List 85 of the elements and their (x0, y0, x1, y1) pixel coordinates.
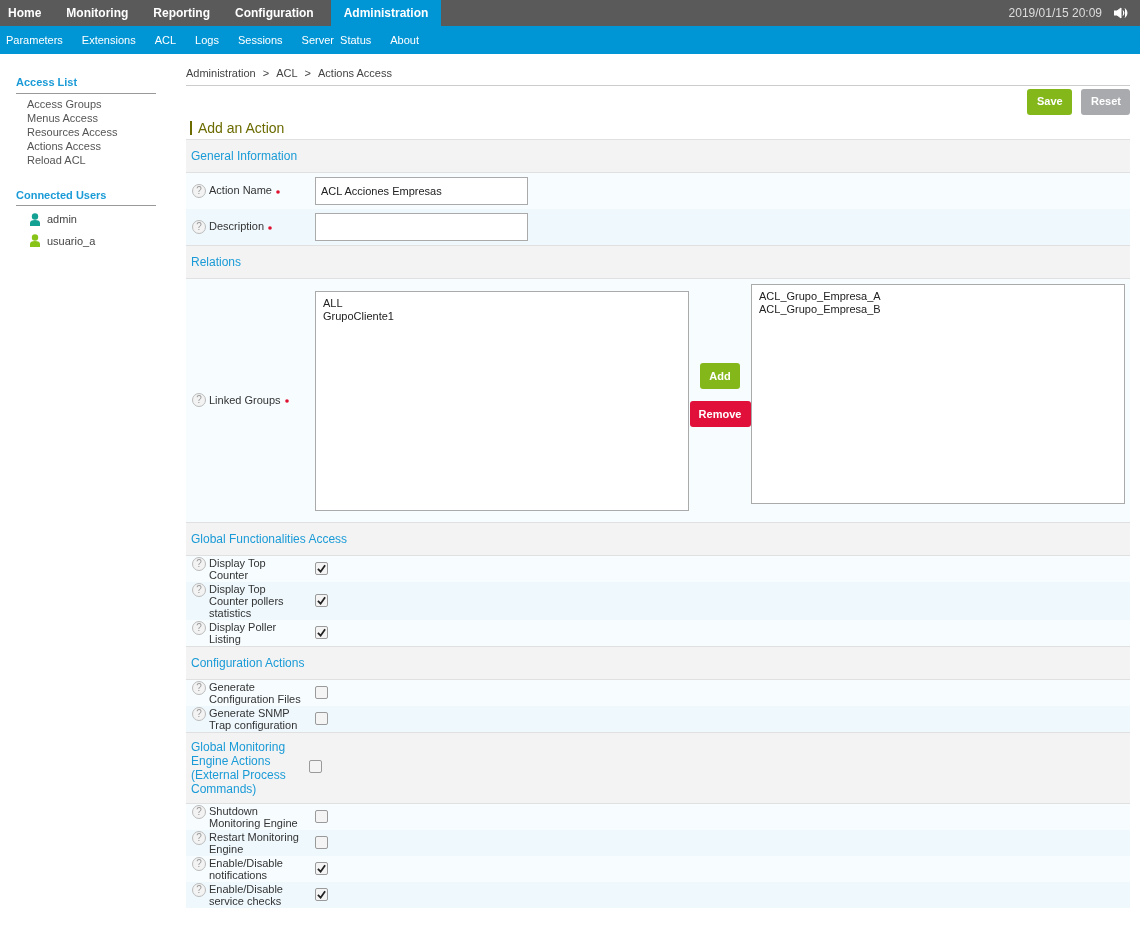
breadcrumb-link[interactable]: ACL (276, 65, 298, 82)
remove-button[interactable]: Remove (689, 401, 751, 427)
checkbox[interactable] (315, 862, 328, 875)
checkbox[interactable] (315, 626, 328, 639)
checkbox[interactable] (315, 594, 328, 607)
sidebar-link[interactable]: Actions Access (27, 138, 186, 153)
field-label: Enable/Disable notifications (209, 856, 284, 881)
help-icon[interactable]: ? (192, 393, 206, 407)
nav-tab[interactable]: Administration (330, 0, 442, 26)
help-icon[interactable]: ? (192, 582, 206, 597)
user-name: admin (47, 212, 77, 227)
available-groups-list[interactable]: ALL GrupoCliente1 (315, 290, 689, 511)
section-title: Global Functionalities Access (191, 531, 348, 546)
checkbox[interactable] (315, 562, 328, 575)
breadcrumb-separator: > (304, 66, 311, 81)
sub-nav-link[interactable]: Extensions (81, 31, 136, 49)
checkmark-icon (317, 564, 326, 573)
help-icon[interactable]: ? (192, 706, 206, 721)
nav-tab[interactable]: Monitoring (58, 0, 137, 26)
field-label: Enable/Disable service checks (209, 882, 284, 907)
help-icon[interactable]: ? (192, 620, 206, 635)
field-label: Shutdown Monitoring Engine (209, 804, 299, 829)
checkbox[interactable] (309, 759, 322, 773)
sub-nav-link[interactable]: Logs (195, 31, 219, 49)
save-button[interactable]: Save (1027, 88, 1072, 115)
breadcrumb-link[interactable]: Actions Access (318, 65, 392, 82)
sidebar-link[interactable]: Access Groups (27, 96, 186, 111)
list-option[interactable]: GrupoCliente1 (323, 309, 681, 323)
checkmark-icon (317, 628, 326, 637)
date-time: 2019/01/15 20:09 (1008, 5, 1102, 22)
list-option[interactable]: ACL_Grupo_Empresa_A (759, 289, 1117, 303)
field-label: Linked Groups (209, 392, 281, 408)
add-button[interactable]: Add (700, 363, 740, 389)
field-label: Restart Monitoring Engine (209, 830, 300, 855)
nav-tab[interactable]: Home (0, 0, 50, 26)
help-icon[interactable]: ? (192, 556, 206, 571)
sidebar-heading: Connected Users (16, 186, 156, 206)
checkmark-icon (317, 596, 326, 605)
help-icon[interactable]: ? (192, 680, 206, 695)
form-title: Add an Action (190, 120, 1130, 135)
field-label: Display Top Counter pollers statistics (209, 582, 285, 619)
help-icon[interactable]: ? (192, 856, 206, 871)
field-label: Generate SNMP Trap configuration (209, 706, 299, 731)
checkmark-icon (317, 890, 326, 899)
field-label: Display Poller Listing (209, 620, 278, 645)
reset-button[interactable]: Reset (1081, 88, 1130, 115)
sub-nav-link[interactable]: Server Status (301, 31, 372, 49)
checkbox[interactable] (315, 836, 328, 849)
sub-nav-link[interactable]: ACL (154, 31, 177, 49)
help-icon[interactable]: ? (192, 882, 206, 897)
sub-nav-link[interactable]: Parameters (6, 31, 63, 49)
checkmark-icon (317, 864, 326, 873)
sidebar-heading: Access List (16, 74, 156, 94)
checkbox[interactable] (315, 810, 328, 823)
help-icon[interactable]: ? (192, 219, 206, 234)
sub-nav-link[interactable]: About (390, 31, 420, 49)
help-icon[interactable]: ? (192, 830, 206, 845)
checkbox[interactable] (315, 712, 328, 725)
help-icon[interactable]: ? (192, 804, 206, 819)
list-option[interactable]: ALL (323, 296, 681, 310)
field-label: Display Top Counter (209, 556, 267, 581)
checkbox[interactable] (315, 888, 328, 901)
field-label: Description (209, 219, 265, 235)
field-label: Generate Configuration Files (209, 680, 301, 705)
sub-nav-link[interactable]: Sessions (237, 31, 283, 49)
breadcrumb-separator: > (262, 66, 270, 81)
nav-tab[interactable]: Configuration (227, 0, 322, 26)
section-title: Relations (191, 254, 242, 269)
help-icon[interactable]: ? (192, 183, 206, 198)
linked-groups-list[interactable]: ACL_Grupo_Empresa_A ACL_Grupo_Empresa_B (751, 283, 1125, 504)
section-title: Global Monitoring Engine Actions (External Process Commands) (191, 739, 287, 796)
sidebar-link[interactable]: Reload ACL (27, 152, 186, 167)
checkbox[interactable] (315, 686, 328, 699)
breadcrumb-link[interactable]: Administration (186, 65, 256, 82)
user-name: usuario_a (47, 233, 96, 249)
text-field[interactable] (315, 212, 528, 241)
speaker-icon[interactable] (1114, 7, 1129, 19)
field-label: Action Name (209, 183, 272, 199)
sidebar-link[interactable]: Menus Access (27, 110, 186, 125)
nav-tab[interactable]: Reporting (145, 0, 218, 26)
sidebar-link[interactable]: Resources Access (27, 124, 186, 139)
section-title: Configuration Actions (191, 655, 305, 670)
list-option[interactable]: ACL_Grupo_Empresa_B (759, 302, 1117, 316)
text-field[interactable]: ACL Acciones Empresas (315, 176, 528, 205)
section-title: General Information (191, 148, 298, 163)
